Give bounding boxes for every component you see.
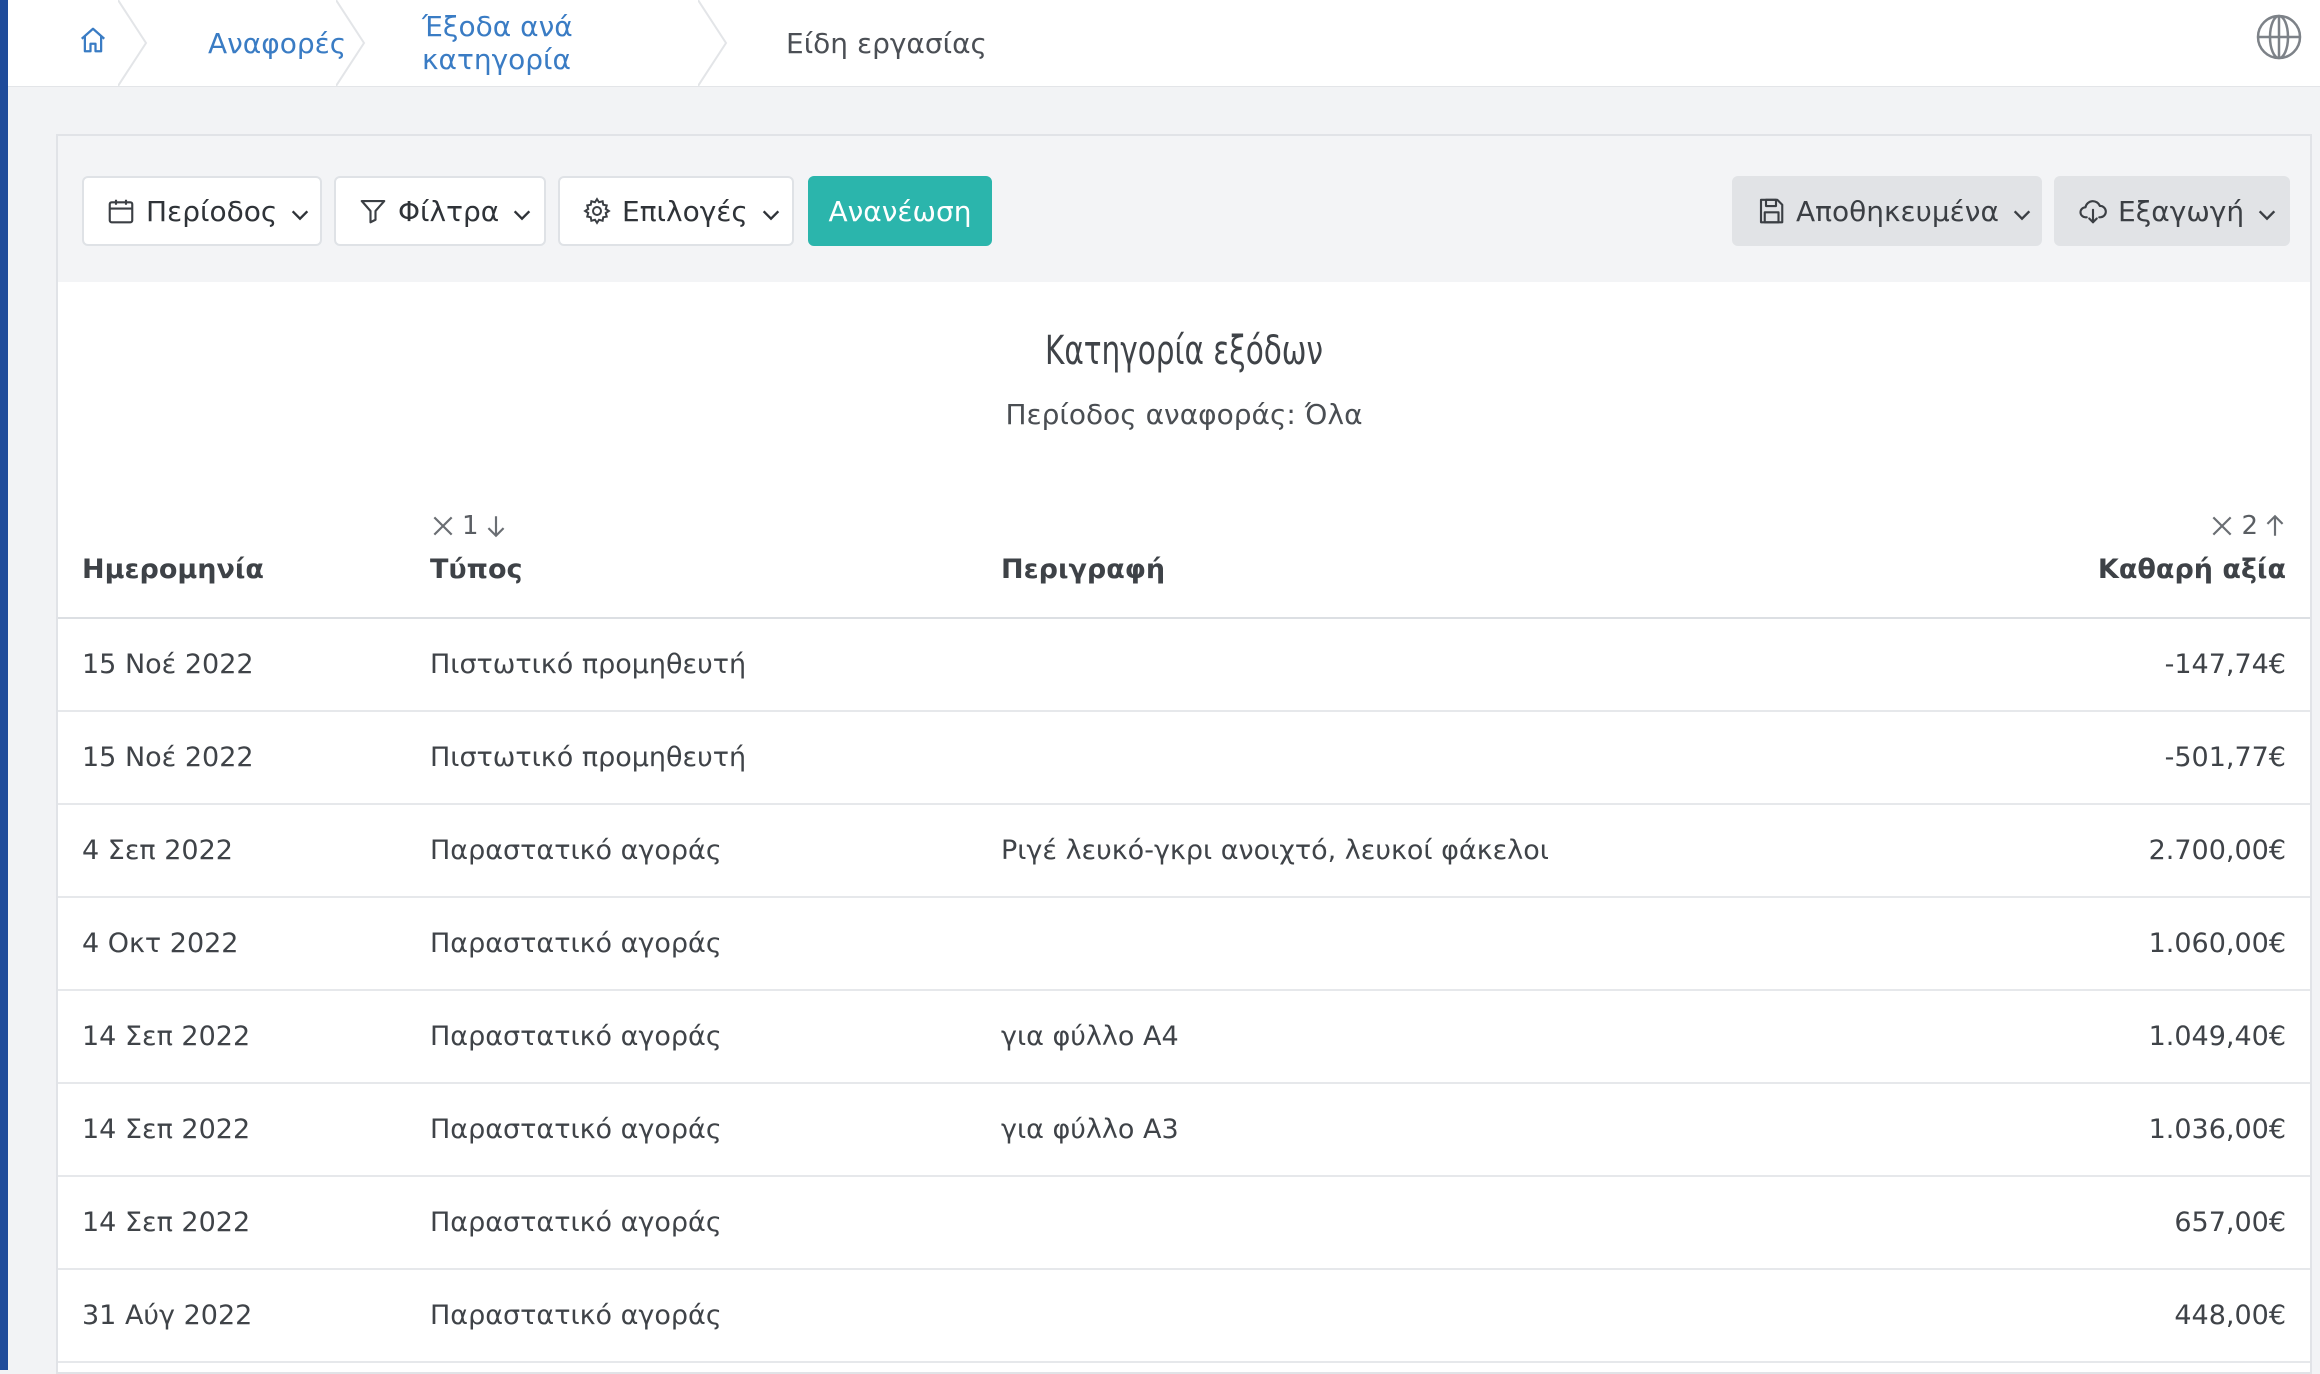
breadcrumb-item-current: Είδη εργασίας <box>728 0 987 86</box>
cell-net-value: -147,74€ <box>2164 649 2286 680</box>
saved-button[interactable]: Αποθηκευμένα <box>1732 176 2042 246</box>
table-row[interactable]: 14 Σεπ 2022 Παραστατικό αγοράς 657,00€ <box>58 1177 2310 1270</box>
cell-date: 14 Σεπ 2022 <box>82 1114 251 1145</box>
options-label: Επιλογές <box>622 194 748 228</box>
breadcrumb-item-expenses-by-category[interactable]: Έξοδα ανά κατηγορία <box>366 0 728 86</box>
cell-date: 14 Σεπ 2022 <box>82 1021 251 1052</box>
breadcrumb-label[interactable]: Αναφορές <box>208 27 346 60</box>
chevron-down-icon <box>2256 200 2278 222</box>
cell-type: Παραστατικό αγοράς <box>430 1207 722 1238</box>
cell-net-value: 657,00€ <box>2174 1207 2286 1238</box>
table-row[interactable]: 4 Σεπ 2022 Παραστατικό αγοράς Ριγέ λευκό… <box>58 805 2310 898</box>
chevron-down-icon <box>511 200 533 222</box>
column-header-type[interactable]: Τύπος <box>430 554 523 585</box>
report-panel: Περίοδος Φίλτρα Επιλογές Ανανέωση Αποθηκ… <box>56 134 2312 1374</box>
report-toolbar: Περίοδος Φίλτρα Επιλογές Ανανέωση Αποθηκ… <box>58 136 2310 282</box>
left-accent-bar <box>0 0 8 1370</box>
sort-indicator-type[interactable]: 1 <box>430 508 509 544</box>
table-row[interactable]: 31 Αύγ 2022 Παραστατικό αγοράς 448,00€ <box>58 1270 2310 1363</box>
cell-net-value: 1.049,40€ <box>2148 1021 2286 1052</box>
table-row[interactable]: 14 Σεπ 2022 Παραστατικό αγοράς για φύλλο… <box>58 1084 2310 1177</box>
cell-date: 4 Σεπ 2022 <box>82 835 233 866</box>
cell-net-value: 1.060,00€ <box>2148 928 2286 959</box>
table-row[interactable]: 15 Νοέ 2022 Πιστωτικό προμηθευτή -147,74… <box>58 619 2310 712</box>
cell-net-value: 1.036,00€ <box>2148 1114 2286 1145</box>
column-header-net-value[interactable]: Καθαρή αξία <box>2098 554 2286 585</box>
home-icon[interactable] <box>78 25 108 62</box>
breadcrumb-label: Είδη εργασίας <box>786 26 987 60</box>
chevron-down-icon <box>760 200 782 222</box>
chevron-down-icon <box>2011 200 2033 222</box>
cell-net-value: -501,77€ <box>2164 742 2286 773</box>
refresh-button[interactable]: Ανανέωση <box>808 176 992 246</box>
period-button[interactable]: Περίοδος <box>82 176 322 246</box>
remove-sort-icon[interactable] <box>2209 513 2235 539</box>
cloud-download-icon <box>2078 196 2108 226</box>
report-subtitle: Περίοδος αναφοράς: Όλα <box>1005 398 1363 431</box>
table-row[interactable]: 14 Σεπ 2022 Παραστατικό αγοράς για φύλλο… <box>58 991 2310 1084</box>
breadcrumb-home[interactable] <box>8 0 148 86</box>
breadcrumb-separator <box>336 0 366 86</box>
cell-date: 15 Νοέ 2022 <box>82 742 254 773</box>
breadcrumb-separator <box>118 0 148 86</box>
cell-date: 15 Νοέ 2022 <box>82 649 254 680</box>
breadcrumb: Αναφορές Έξοδα ανά κατηγορία Είδη εργασί… <box>8 0 987 86</box>
filter-icon <box>358 196 388 226</box>
table-row[interactable]: 15 Νοέ 2022 Πιστωτικό προμηθευτή -501,77… <box>58 712 2310 805</box>
cell-type: Πιστωτικό προμηθευτή <box>430 742 747 773</box>
options-button[interactable]: Επιλογές <box>558 176 794 246</box>
saved-label: Αποθηκευμένα <box>1796 194 1999 228</box>
period-label: Περίοδος <box>146 194 278 228</box>
cell-type: Παραστατικό αγοράς <box>430 835 722 866</box>
table-body: 15 Νοέ 2022 Πιστωτικό προμηθευτή -147,74… <box>58 619 2310 1363</box>
filters-button[interactable]: Φίλτρα <box>334 176 546 246</box>
cell-type: Πιστωτικό προμηθευτή <box>430 649 747 680</box>
cell-date: 31 Αύγ 2022 <box>82 1300 253 1331</box>
cell-net-value: 2.700,00€ <box>2148 835 2286 866</box>
calendar-icon <box>106 196 136 226</box>
cell-net-value: 448,00€ <box>2174 1300 2286 1331</box>
sort-order: 2 <box>2241 511 2258 541</box>
cell-description: για φύλλο Α3 <box>1001 1114 1179 1145</box>
report-title: Κατηγορία εξόδων <box>1044 328 1324 374</box>
refresh-label: Ανανέωση <box>828 194 972 228</box>
arrow-down-icon[interactable] <box>483 513 509 539</box>
globe-icon[interactable] <box>2254 12 2304 66</box>
export-label: Εξαγωγή <box>2118 194 2245 228</box>
remove-sort-icon[interactable] <box>430 513 456 539</box>
arrow-up-icon[interactable] <box>2262 513 2288 539</box>
cell-date: 14 Σεπ 2022 <box>82 1207 251 1238</box>
globe-button[interactable] <box>2252 12 2306 66</box>
breadcrumb-separator <box>698 0 728 86</box>
filters-label: Φίλτρα <box>398 194 500 228</box>
breadcrumb-item-reports[interactable]: Αναφορές <box>148 0 366 86</box>
table-row[interactable]: 4 Οκτ 2022 Παραστατικό αγοράς 1.060,00€ <box>58 898 2310 991</box>
breadcrumb-label[interactable]: Έξοδα ανά κατηγορία <box>422 10 728 76</box>
cell-type: Παραστατικό αγοράς <box>430 928 722 959</box>
column-header-date[interactable]: Ημερομηνία <box>82 554 264 585</box>
cell-date: 4 Οκτ 2022 <box>82 928 239 959</box>
export-button[interactable]: Εξαγωγή <box>2054 176 2290 246</box>
chevron-down-icon <box>289 200 311 222</box>
sort-indicator-net-value[interactable]: 2 <box>2209 508 2288 544</box>
cell-type: Παραστατικό αγοράς <box>430 1300 722 1331</box>
save-icon <box>1756 196 1786 226</box>
gear-icon <box>582 196 612 226</box>
column-header-description[interactable]: Περιγραφή <box>1001 554 1165 585</box>
breadcrumb-bar: Αναφορές Έξοδα ανά κατηγορία Είδη εργασί… <box>8 0 2320 87</box>
cell-type: Παραστατικό αγοράς <box>430 1021 722 1052</box>
cell-description: Ριγέ λευκό-γκρι ανοιχτό, λευκοί φάκελοι <box>1001 835 1549 866</box>
cell-type: Παραστατικό αγοράς <box>430 1114 722 1145</box>
cell-description: για φύλλο Α4 <box>1001 1021 1179 1052</box>
sort-order: 1 <box>462 511 479 541</box>
